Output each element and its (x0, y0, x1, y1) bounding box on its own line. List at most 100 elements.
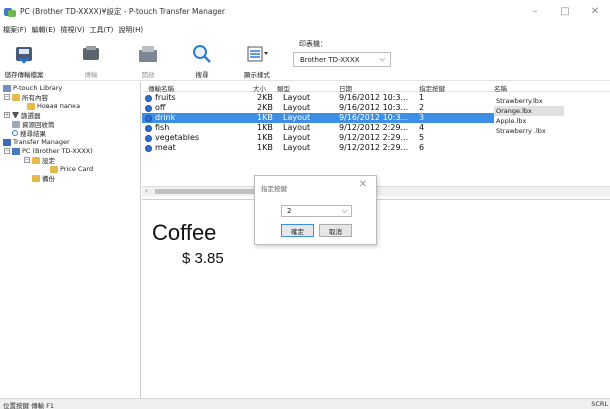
tree-item-new-folder[interactable]: Новая папка (27, 102, 80, 110)
save-transfer-file-button[interactable]: 儲存傳輸檔案 (2, 37, 46, 81)
row-name: fruits (155, 93, 176, 102)
menu-edit[interactable]: 編輯(E) (32, 25, 56, 35)
tree-item-pc[interactable]: − PC (Brother TD-XXXX) (4, 147, 93, 155)
name-list-item-selected[interactable]: Orange.lbx (494, 106, 564, 116)
key-select-value: 2 (287, 207, 292, 215)
minimize-button[interactable]: – (520, 0, 550, 23)
toolbar: 儲存傳輸檔案 傳輸 開啟 搜尋 顯示樣式 印表機： Brother TD-XXX… (0, 37, 610, 81)
row-type: Layout (283, 103, 311, 112)
row-type: Layout (283, 143, 311, 152)
column-header-transfer-name[interactable]: 傳輸名稱 (148, 83, 174, 93)
window-title: PC (Brother TD-XXXX)¥設定 - P-touch Transf… (20, 7, 225, 16)
transfer-manager-icon (3, 138, 11, 146)
row-key: 2 (419, 103, 425, 112)
layout-file-icon (145, 105, 152, 112)
row-date: 9/16/2012 10:3... (339, 93, 409, 102)
tree-item-search-results[interactable]: 搜尋結果 (12, 129, 46, 138)
open-label: 開啟 (141, 71, 155, 79)
tree-item-backup[interactable]: 備份 (32, 174, 55, 183)
search-icon (12, 130, 18, 136)
row-name: vegetables (155, 133, 200, 142)
column-header-assigned-key[interactable]: 指定按鍵 (419, 83, 445, 93)
row-key: 3 (419, 113, 425, 122)
name-list-item[interactable]: Strawberry.lbx (494, 96, 564, 106)
search-button[interactable]: 搜尋 (187, 37, 217, 81)
tree-item-recycle-bin[interactable]: 資源回收筒 (12, 120, 55, 129)
status-text: 位置按鍵 傳輸 F1 (3, 402, 55, 409)
table-row-selected[interactable]: drink 1KB Layout 9/16/2012 10:3... 3 (142, 113, 494, 123)
chevron-down-icon: ⌵ (341, 206, 347, 215)
pc-icon (12, 147, 20, 155)
menu-help[interactable]: 說明(H) (118, 25, 143, 35)
tree-item-label: Price Card (60, 165, 94, 173)
ok-button[interactable]: 確定 (281, 224, 314, 237)
collapse-icon[interactable]: − (24, 157, 30, 163)
display-style-button[interactable]: 顯示樣式 (240, 37, 274, 81)
open-button[interactable]: 開啟 (133, 37, 163, 81)
layout-file-icon (145, 145, 152, 152)
folder-tree: P-touch Library − 所有內容 Новая папка + 篩選器… (0, 82, 141, 398)
row-key: 6 (419, 143, 425, 152)
library-icon (3, 84, 11, 92)
assign-key-dialog: 指定按鍵 ✕ 2 ⌵ 確定 取消 (254, 175, 377, 245)
key-select[interactable]: 2 ⌵ (281, 205, 352, 217)
tree-item-p-touch-library[interactable]: P-touch Library (3, 84, 62, 92)
menu-view[interactable]: 檢視(V) (60, 25, 84, 35)
scroll-left-icon[interactable]: ‹ (145, 187, 148, 196)
collapse-icon[interactable]: − (4, 94, 10, 100)
row-date: 9/16/2012 10:3... (339, 103, 409, 112)
row-size: 1KB (257, 113, 273, 122)
folder-icon (50, 165, 58, 173)
row-name: off (155, 103, 166, 112)
tree-item-label: PC (Brother TD-XXXX) (22, 147, 93, 155)
row-date: 9/12/2012 2:29... (339, 133, 409, 142)
row-name: fish (155, 123, 170, 132)
printer-select[interactable]: Brother TD-XXXX ⌵ (293, 52, 391, 67)
row-size: 2KB (257, 103, 273, 112)
transfer-button[interactable]: 傳輸 (76, 37, 106, 81)
app-icon (4, 7, 16, 17)
table-row[interactable]: meat 1KB Layout 9/12/2012 2:29... 6 (142, 143, 610, 153)
close-button[interactable]: ✕ (580, 0, 610, 23)
printer-value: Brother TD-XXXX (300, 55, 360, 64)
tree-item-transfer-manager[interactable]: Transfer Manager (3, 138, 70, 146)
layout-file-icon (145, 125, 152, 132)
tree-item-label: 設定 (42, 157, 55, 165)
column-header-date[interactable]: 日期 (339, 83, 352, 93)
expand-icon[interactable]: + (4, 112, 10, 118)
name-list-item[interactable]: Strawberry .lbx (494, 126, 564, 136)
filter-icon (12, 111, 19, 119)
row-name: drink (155, 113, 176, 122)
cancel-button[interactable]: 取消 (319, 224, 352, 237)
row-size: 1KB (257, 133, 273, 142)
transfer-icon (78, 43, 104, 65)
tree-item-filter[interactable]: + 篩選器 (4, 111, 41, 120)
tree-item-label: Новая папка (37, 102, 81, 110)
menu-tools[interactable]: 工具(T) (90, 25, 114, 35)
list-header: 傳輸名稱 大小 類型 日期 指定按鍵 名稱 (142, 82, 610, 93)
folder-icon (12, 93, 20, 101)
layout-file-icon (145, 135, 152, 142)
transfer-list: 傳輸名稱 大小 類型 日期 指定按鍵 名稱 fruits 2KB Layout … (142, 82, 610, 186)
tree-item-label: 搜尋結果 (20, 130, 46, 138)
column-header-size[interactable]: 大小 (253, 83, 266, 93)
menu-file[interactable]: 檔案(F) (3, 25, 27, 35)
collapse-icon[interactable]: − (4, 148, 10, 154)
recycle-bin-icon (12, 120, 20, 128)
printer-label: 印表機： (299, 40, 327, 48)
tree-item-label: Transfer Manager (13, 138, 70, 146)
row-type: Layout (283, 113, 311, 122)
row-date: 9/12/2012 2:29... (339, 143, 409, 152)
printer-block: 印表機： Brother TD-XXXX ⌵ (293, 39, 391, 67)
scrollbar-thumb[interactable] (155, 189, 255, 194)
name-list-item[interactable]: Apple.lbx (494, 116, 564, 126)
column-header-type[interactable]: 類型 (277, 83, 290, 93)
tree-item-settings[interactable]: − 設定 (24, 156, 55, 165)
tree-item-label: 所有內容 (22, 94, 48, 102)
column-header-name[interactable]: 名稱 (494, 83, 507, 93)
tree-item-price-card[interactable]: Price Card (50, 165, 93, 173)
layout-file-icon (145, 115, 152, 122)
maximize-button[interactable]: □ (550, 0, 580, 23)
dialog-close-icon[interactable]: ✕ (359, 179, 367, 190)
tree-item-all-contents[interactable]: − 所有內容 (4, 93, 48, 102)
